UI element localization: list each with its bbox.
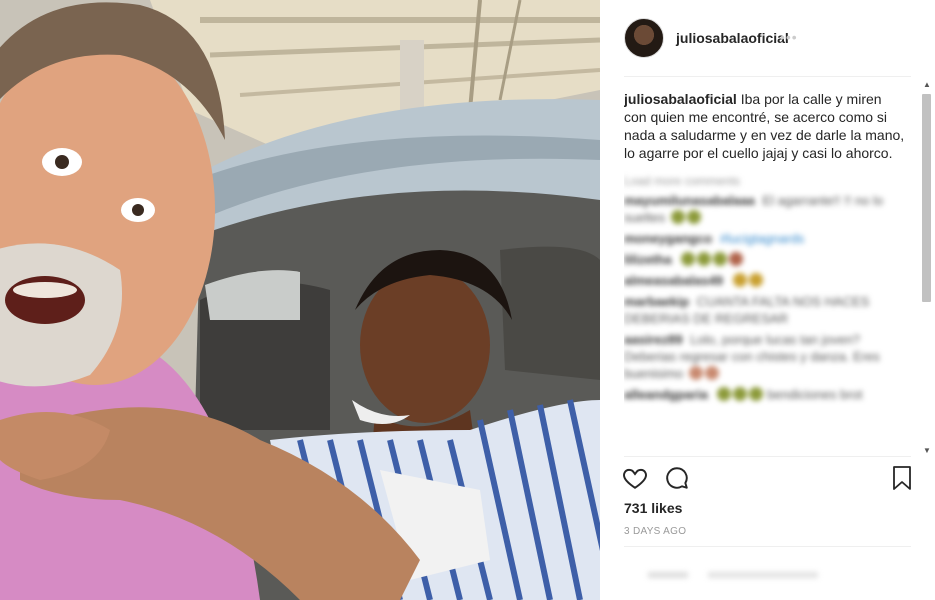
emoji-icon — [733, 387, 748, 401]
comment-item: marbaekip CUANTA FALTA NOS HACES DEBERIA… — [624, 293, 908, 327]
add-comment-placeholder — [648, 572, 818, 578]
avatar[interactable] — [624, 18, 664, 58]
comments-section: juliosabalaoficial Iba por la calle y mi… — [624, 90, 908, 450]
comment-item: mayumilunasabalaaa El agarrante!! !! no … — [624, 192, 908, 226]
bookmark-icon[interactable] — [890, 465, 914, 491]
photo-illustration — [0, 0, 600, 600]
load-more-comments-link[interactable]: Load more comments — [624, 174, 908, 188]
comment-username[interactable]: lilizetha — [624, 252, 672, 267]
comment-item: moneygangco #lucigtagnards — [624, 230, 908, 247]
comment-item: almeasabalas49 — [624, 272, 908, 289]
emoji-icon — [729, 252, 744, 266]
comment-item: lilizetha — [624, 251, 908, 268]
add-comment-area[interactable] — [624, 560, 910, 600]
emoji-icon — [686, 210, 701, 224]
actions-divider — [624, 456, 911, 457]
comment-username[interactable]: marbaekip — [624, 294, 689, 309]
scroll-up-arrow-icon[interactable]: ▲ — [923, 80, 931, 89]
emoji-icon — [748, 273, 763, 287]
blurred-comments: Load more comments mayumilunasabalaaa El… — [624, 174, 908, 403]
post-timestamp[interactable]: 3 DAYS AGO — [624, 526, 686, 537]
comment-item: alleandgparia bendiciones brot — [624, 386, 908, 403]
post-caption: juliosabalaoficial Iba por la calle y mi… — [624, 90, 908, 162]
post-side-panel: juliosabalaoficial ••• juliosabalaoficia… — [600, 0, 935, 600]
caption-username[interactable]: juliosabalaoficial — [624, 91, 737, 107]
emoji-icon — [732, 273, 747, 287]
emoji-icon — [749, 387, 764, 401]
comments-scrollbar[interactable]: ▲ ▼ — [920, 80, 933, 455]
emoji-icon — [688, 366, 703, 380]
footer-divider — [624, 546, 911, 547]
comment-text: bendiciones brot — [767, 387, 863, 402]
comment-item: aasirez89 Lolo, porque lucas tan joven? … — [624, 331, 908, 382]
more-dots-icon[interactable]: ••• — [780, 29, 798, 45]
comment-username[interactable]: aasirez89 — [624, 332, 683, 347]
emoji-icon — [713, 252, 728, 266]
post-header: juliosabalaoficial ••• — [600, 0, 935, 76]
header-divider — [624, 76, 911, 77]
post-actions — [622, 465, 918, 495]
emoji-icon — [681, 252, 696, 266]
comment-bubble-icon[interactable] — [664, 465, 690, 491]
scroll-down-arrow-icon[interactable]: ▼ — [923, 446, 931, 455]
emoji-icon — [717, 387, 732, 401]
scroll-thumb[interactable] — [922, 94, 931, 302]
emoji-icon — [704, 366, 719, 380]
comment-username[interactable]: mayumilunasabalaaa — [624, 193, 755, 208]
emoji-icon — [697, 252, 712, 266]
comment-username[interactable]: moneygangco — [624, 231, 712, 246]
heart-icon[interactable] — [622, 465, 648, 491]
comment-username[interactable]: alleandgparia — [624, 387, 708, 402]
likes-count[interactable]: 731 likes — [624, 500, 682, 516]
post-photo[interactable] — [0, 0, 600, 600]
comment-username[interactable]: almeasabalas49 — [624, 273, 723, 288]
header-username[interactable]: juliosabalaoficial — [676, 30, 789, 46]
comment-text: #lucigtagnards — [719, 231, 805, 246]
emoji-icon — [670, 210, 685, 224]
